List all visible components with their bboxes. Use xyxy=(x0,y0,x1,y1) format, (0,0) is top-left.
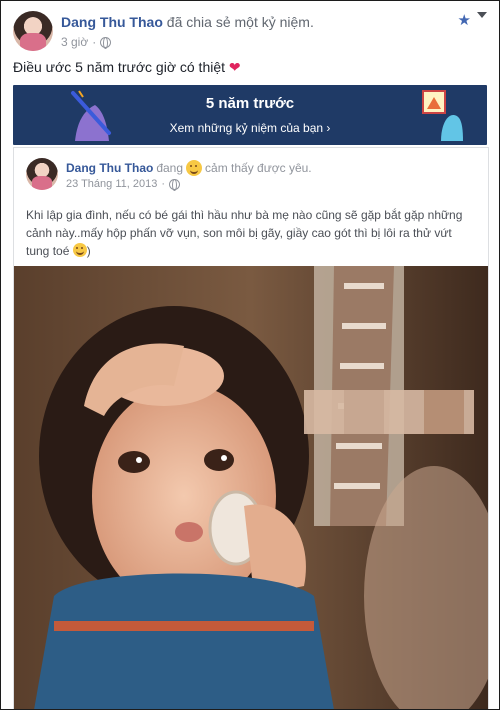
globe-icon[interactable] xyxy=(100,36,112,49)
memory-banner[interactable]: 5 năm trước Xem những kỷ niệm của bạn › xyxy=(13,85,487,145)
star-icon[interactable]: ★ xyxy=(458,11,471,29)
post-text: Điều ước 5 năm trước giờ có thiệt ❤ xyxy=(13,59,241,76)
memory-meta: 23 Tháng 11, 2013 · xyxy=(66,178,181,191)
avatar[interactable] xyxy=(13,11,53,51)
shared-memory-post: Dang Thu Thao đã chia sẻ một kỷ niệm. 3 … xyxy=(0,0,500,710)
feeling-prefix: đang xyxy=(156,161,184,175)
globe-icon[interactable] xyxy=(169,178,181,191)
closing-paren: ) xyxy=(86,244,91,258)
author-name[interactable]: Dang Thu Thao xyxy=(61,14,163,30)
photo-frame-illustration xyxy=(422,90,463,141)
feeling-emoji-icon xyxy=(186,160,203,176)
author-line: Dang Thu Thao đã chia sẻ một kỷ niệm. xyxy=(61,14,314,30)
banner-link[interactable]: Xem những kỷ niệm của bạn › xyxy=(13,121,487,135)
smile-icon xyxy=(72,243,87,257)
banner-title: 5 năm trước xyxy=(205,95,295,112)
post-text-content: Điều ước 5 năm trước giờ có thiệt xyxy=(13,59,226,75)
feeling-text: cảm thấy được yêu. xyxy=(205,161,312,175)
memory-author-name[interactable]: Dang Thu Thao xyxy=(66,161,153,175)
post-action: đã chia sẻ một kỷ niệm. xyxy=(166,14,314,30)
post-header: Dang Thu Thao đã chia sẻ một kỷ niệm. 3 … xyxy=(13,11,487,53)
memory-photo[interactable] xyxy=(14,266,488,710)
meta-dot: · xyxy=(161,178,166,190)
memory-date[interactable]: 23 Tháng 11, 2013 xyxy=(66,178,157,190)
heart-icon: ❤ xyxy=(228,59,241,75)
memory-card: Dang Thu Thao đang cảm thấy được yêu. 23… xyxy=(13,147,489,710)
memory-text: Khi lập gia đình, nếu có bé gái thì hầu … xyxy=(26,206,478,260)
memory-text-content: Khi lập gia đình, nếu có bé gái thì hầu … xyxy=(26,208,463,258)
post-meta: 3 giờ · xyxy=(61,35,112,49)
post-time[interactable]: 3 giờ xyxy=(61,35,88,49)
chevron-down-icon[interactable] xyxy=(477,12,487,18)
memory-avatar[interactable] xyxy=(26,158,58,190)
meta-dot: · xyxy=(92,35,97,49)
memory-author-line: Dang Thu Thao đang cảm thấy được yêu. xyxy=(66,160,312,176)
